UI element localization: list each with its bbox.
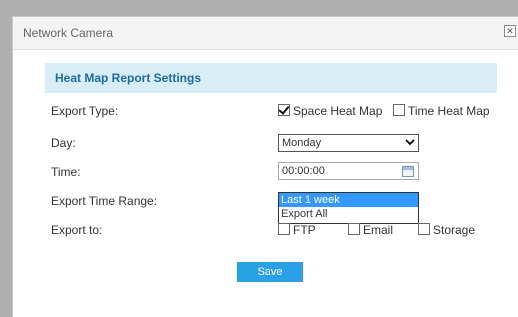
- export-time-range-list[interactable]: Last 1 week Export All: [278, 192, 419, 224]
- ftp-checkbox[interactable]: [278, 223, 290, 235]
- export-type-label: Export Type:: [51, 104, 119, 118]
- dialog-title: Network Camera: [23, 26, 114, 40]
- export-to-label: Export to:: [51, 223, 103, 237]
- space-heat-map-checkbox[interactable]: [278, 104, 290, 116]
- time-heat-map-option[interactable]: Time Heat Map: [393, 104, 490, 118]
- time-heat-map-label: Time Heat Map: [408, 104, 490, 118]
- close-icon[interactable]: ✕: [504, 25, 516, 37]
- section-title: Heat Map Report Settings: [55, 71, 202, 85]
- chevron-down-icon: [405, 135, 415, 152]
- email-label: Email: [363, 223, 394, 237]
- settings-dialog: Network Camera ✕ Heat Map Report Setting…: [12, 16, 518, 317]
- space-heat-map-label: Space Heat Map: [293, 104, 383, 118]
- dialog-titlebar: Network Camera ✕: [13, 17, 518, 50]
- storage-checkbox[interactable]: [418, 223, 430, 235]
- export-time-range-label: Export Time Range:: [51, 194, 158, 208]
- calendar-icon[interactable]: [402, 166, 414, 177]
- storage-label: Storage: [433, 223, 476, 237]
- ftp-option[interactable]: FTP: [278, 223, 316, 237]
- time-label: Time:: [51, 165, 81, 179]
- list-option-export-all[interactable]: Export All: [279, 207, 418, 221]
- time-input[interactable]: 00:00:00: [278, 162, 419, 180]
- ftp-label: FTP: [293, 223, 316, 237]
- space-heat-map-option[interactable]: Space Heat Map: [278, 104, 382, 118]
- day-select[interactable]: Monday: [278, 134, 419, 152]
- section-header: Heat Map Report Settings: [45, 63, 497, 93]
- day-label: Day:: [51, 136, 76, 150]
- list-option-last-1-week[interactable]: Last 1 week: [279, 193, 418, 207]
- save-button[interactable]: Save: [237, 262, 303, 282]
- time-heat-map-checkbox[interactable]: [393, 104, 405, 116]
- email-checkbox[interactable]: [348, 223, 360, 235]
- email-option[interactable]: Email: [348, 223, 393, 237]
- storage-option[interactable]: Storage: [418, 223, 475, 237]
- day-select-value: Monday: [282, 137, 322, 149]
- time-input-value: 00:00:00: [282, 165, 325, 177]
